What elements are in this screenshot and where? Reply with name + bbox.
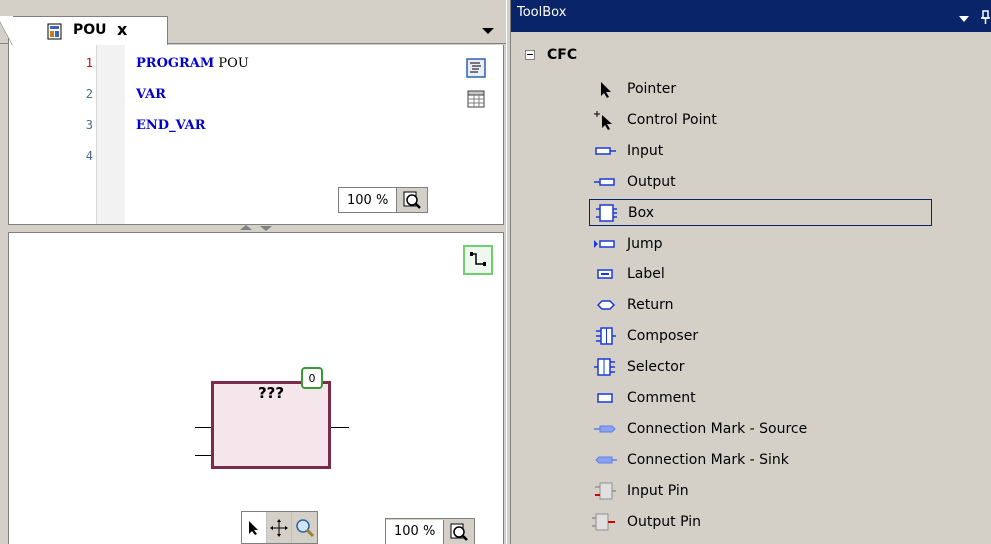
toolbox-item-input-pin[interactable]: Input Pin (589, 477, 932, 504)
cfc-canvas[interactable]: ??? 0 100 % (8, 233, 504, 544)
cfc-zoom-control: 100 % (385, 518, 476, 544)
declaration-zoom-control: 100 % (338, 187, 429, 213)
toolbox-item-input[interactable]: Input (589, 137, 932, 164)
collapse-down-icon[interactable] (260, 226, 272, 231)
toolbox-item-label: Box (628, 204, 655, 221)
toolbox-item-connection-mark-sink[interactable]: Connection Mark - Sink (589, 446, 932, 473)
toolbox-item-output-pin[interactable]: Output Pin (589, 508, 932, 535)
toolbox-item-composer[interactable]: Composer (589, 322, 932, 349)
toolbox-item-label: Selector (627, 358, 685, 375)
code-line[interactable]: END_VAR (136, 118, 206, 133)
route-connections-icon[interactable] (463, 245, 493, 275)
code-line[interactable]: VAR (136, 87, 166, 102)
category-cfc[interactable]: CFC (525, 47, 577, 63)
control-point-icon (589, 110, 621, 130)
pou-document-icon (47, 23, 62, 40)
line-number: 3 (85, 118, 93, 132)
toolbox-item-box[interactable]: Box (589, 199, 932, 226)
function-block[interactable]: ??? (211, 381, 331, 469)
close-icon[interactable]: x (117, 20, 127, 39)
pou-editor-pane: POU x 1 2 3 4 PROGRAM POU VAR END_VAR 10… (0, 0, 506, 544)
textual-view-icon[interactable] (466, 58, 486, 78)
toolbox-item-label: Comment (627, 389, 696, 406)
zoom-level[interactable]: 100 % (386, 519, 445, 544)
jump-element-icon (589, 234, 621, 254)
identifier-pou: POU (214, 56, 249, 71)
return-element-icon (589, 295, 621, 315)
declaration-editor[interactable]: 1 2 3 4 PROGRAM POU VAR END_VAR 100 % (8, 45, 504, 224)
toolbox-item-label: Control Point (627, 111, 717, 128)
comment-element-icon (589, 388, 621, 408)
toolbox-item-control-point[interactable]: Control Point (589, 106, 932, 133)
keyword-end-var: END_VAR (136, 118, 206, 133)
toolbox-item-label: Connection Mark - Source (627, 420, 808, 437)
toolbox-item-return[interactable]: Return (589, 291, 932, 318)
move-tool-icon[interactable] (267, 512, 292, 543)
keyword-program: PROGRAM (136, 56, 215, 71)
category-label: CFC (547, 47, 578, 63)
keyword-var: VAR (136, 87, 166, 102)
line-number-gutter (9, 45, 97, 224)
toolbox-title: ToolBox (517, 5, 567, 20)
toolbox-item-label: Output Pin (627, 513, 701, 530)
toolbox-item-output[interactable]: Output (589, 168, 932, 195)
pin-icon[interactable] (981, 10, 991, 24)
toolbox-item-pointer[interactable]: Pointer (589, 75, 932, 102)
input-element-icon (589, 141, 621, 161)
pane-splitter[interactable] (8, 224, 504, 233)
output-pin-line[interactable] (331, 427, 349, 428)
toolbox-item-selector[interactable]: Selector (589, 353, 932, 380)
toolbox-item-label: Output (627, 173, 676, 190)
input-pin-icon (589, 481, 621, 501)
tab-title: POU (73, 22, 107, 38)
zoom-icon[interactable] (397, 188, 427, 212)
execution-order-badge: 0 (301, 367, 323, 389)
toolbox-item-label: Connection Mark - Sink (627, 451, 789, 468)
output-pin-icon (589, 512, 621, 532)
editor-tab-bar: POU x (0, 0, 506, 46)
pointer-tool-icon[interactable] (242, 512, 267, 543)
code-line[interactable]: PROGRAM POU (136, 56, 249, 71)
label-element-icon (589, 264, 621, 284)
connection-mark-sink-icon (589, 450, 621, 470)
collapse-up-icon[interactable] (240, 225, 252, 230)
toolbox-panel: ToolBox CFC Pointer Control Point Input Out… (510, 0, 991, 544)
toolbox-item-label: Return (627, 296, 674, 313)
toolbox-item-label: Input (627, 142, 664, 159)
toolbox-item-label: Label (627, 265, 665, 282)
line-number: 1 (85, 56, 93, 70)
output-element-icon (589, 172, 621, 192)
canvas-tools (241, 511, 318, 544)
zoom-level[interactable]: 100 % (339, 188, 398, 212)
tab-pou[interactable]: POU x (0, 16, 168, 46)
toolbox-item-label: Pointer (627, 80, 677, 97)
toolbox-item-jump[interactable]: Jump (589, 230, 932, 257)
toolbox-item-label: Composer (627, 327, 699, 344)
toolbox-item-label: Jump (627, 235, 663, 252)
chevron-down-icon[interactable] (959, 16, 969, 22)
collapse-icon[interactable] (525, 50, 535, 60)
composer-element-icon (589, 326, 621, 346)
toolbox-item-connection-mark-source[interactable]: Connection Mark - Source (589, 415, 932, 442)
cfc-editor-window: POU x 1 2 3 4 PROGRAM POU VAR END_VAR 10… (0, 0, 991, 544)
magnifier-tool-icon[interactable] (292, 512, 317, 543)
toolbox-header: ToolBox (511, 0, 991, 32)
toolbox-item-label: Input Pin (627, 482, 689, 499)
chevron-down-icon[interactable] (482, 28, 494, 34)
toolbox-item-comment[interactable]: Comment (589, 384, 932, 411)
connection-mark-source-icon (589, 419, 621, 439)
line-number: 4 (85, 149, 93, 163)
toolbox-item-label[interactable]: Label (589, 260, 932, 287)
box-element-icon (590, 203, 622, 223)
selector-element-icon (589, 357, 621, 377)
fold-margin (97, 45, 125, 224)
line-number: 2 (85, 87, 93, 101)
zoom-icon[interactable] (444, 520, 474, 544)
pointer-arrow-icon (589, 79, 621, 99)
tabular-view-icon[interactable] (466, 89, 486, 109)
